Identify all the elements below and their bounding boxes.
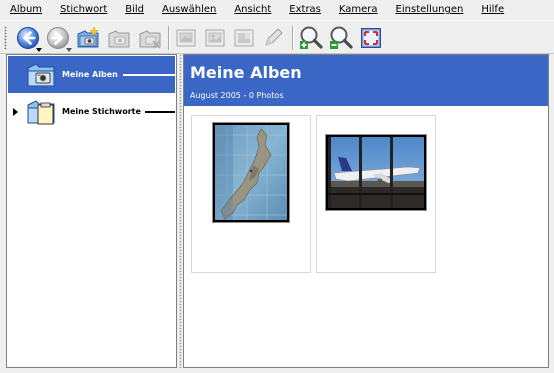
rename-album-icon: [107, 26, 133, 50]
back-button[interactable]: [14, 24, 42, 52]
zoom-in-button[interactable]: [297, 24, 325, 52]
menu-einstellungen[interactable]: Einstellungen: [394, 4, 466, 15]
menu-kamera[interactable]: Kamera: [337, 4, 380, 15]
edit-image-button[interactable]: [230, 24, 258, 52]
back-arrow-icon: [16, 26, 40, 50]
back-dropdown-arrow-icon[interactable]: [36, 48, 42, 52]
album-folder-icon: [26, 59, 58, 89]
album-header-banner: Meine Alben August 2005 - 0 Photos: [184, 55, 548, 106]
forward-arrow-icon: [46, 26, 70, 50]
menu-extras[interactable]: Extras: [287, 4, 323, 15]
album-properties-button[interactable]: [172, 24, 200, 52]
menu-hilfe[interactable]: Hilfe: [479, 4, 506, 15]
new-album-button[interactable]: [75, 24, 103, 52]
album-thumbnail-card[interactable]: [191, 115, 311, 273]
rename-album-button[interactable]: [106, 24, 134, 52]
album-content-view: Meine Alben August 2005 - 0 Photos: [183, 54, 549, 368]
new-album-icon: [76, 26, 102, 50]
pencil-button[interactable]: [259, 24, 287, 52]
sidebar-item-meine-stichworte[interactable]: Meine Stichworte: [8, 93, 175, 130]
toolbar: [0, 20, 554, 54]
forward-dropdown-arrow-icon[interactable]: [66, 48, 72, 52]
forward-button[interactable]: [44, 24, 72, 52]
sidebar-item-label: Meine Stichworte: [62, 107, 141, 116]
sidebar-item-meine-alben[interactable]: Meine Alben: [8, 56, 175, 93]
menu-bild[interactable]: Bild: [123, 4, 146, 15]
menubar: Album Stichwort Bild Auswählen Ansicht E…: [0, 0, 554, 19]
zoom-in-icon: [298, 25, 324, 51]
tree-connector-line: [145, 111, 175, 113]
zoom-out-button[interactable]: [327, 24, 355, 52]
album-subtitle: August 2005 - 0 Photos: [190, 91, 284, 100]
sidebar-item-label: Meine Alben: [62, 70, 118, 79]
menu-auswaehlen[interactable]: Auswählen: [160, 4, 218, 15]
full-screen-icon: [359, 26, 383, 50]
album-properties-icon: [174, 26, 198, 50]
toolbar-separator-2: [292, 26, 294, 50]
toolbar-grip[interactable]: [4, 26, 7, 50]
edit-image-icon: [232, 26, 256, 50]
album-thumbnail-card[interactable]: [316, 115, 436, 273]
delete-album-icon: [138, 26, 164, 50]
view-image-button[interactable]: [201, 24, 229, 52]
menu-album[interactable]: Album: [8, 4, 44, 15]
tags-folder-icon: [26, 96, 58, 126]
pencil-icon: [261, 26, 285, 50]
page-title: Meine Alben: [190, 63, 302, 82]
airplane-photo-icon[interactable]: [325, 134, 427, 211]
tree-connector-line: [123, 74, 175, 76]
view-image-icon: [203, 26, 227, 50]
map-photo-icon[interactable]: [212, 122, 290, 223]
menu-stichwort[interactable]: Stichwort: [58, 4, 109, 15]
zoom-out-icon: [328, 25, 354, 51]
album-tree-sidebar: Meine Alben Meine Stichworte: [6, 54, 177, 368]
full-screen-button[interactable]: [357, 24, 385, 52]
delete-album-button[interactable]: [137, 24, 165, 52]
splitter-grip: [179, 54, 182, 368]
toolbar-separator: [168, 26, 170, 50]
expand-arrow-icon[interactable]: [13, 107, 18, 116]
menu-ansicht[interactable]: Ansicht: [232, 4, 273, 15]
